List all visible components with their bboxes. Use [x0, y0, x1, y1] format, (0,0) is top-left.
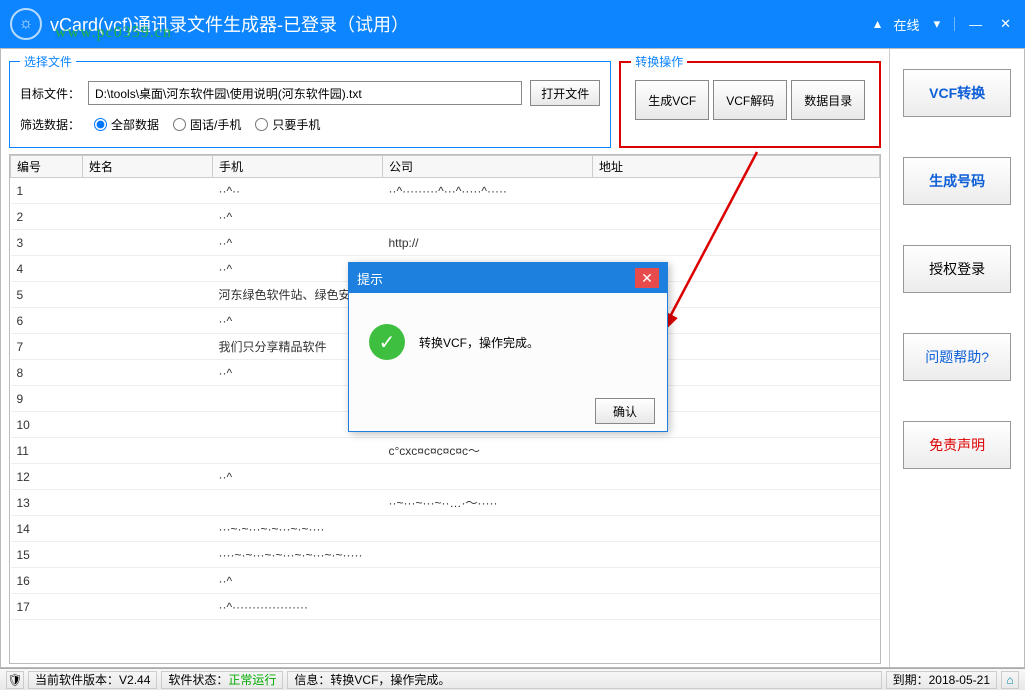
user-icon: ▲ [872, 17, 884, 31]
vcf-convert-button[interactable]: VCF转换 [903, 69, 1011, 117]
expiry-cell: 到期：2018-05-21 [886, 671, 997, 689]
online-status: 在线 [894, 15, 920, 34]
table-row[interactable]: 15····~·~···~·~···~·~···~·~····· [11, 542, 880, 568]
table-row[interactable]: 11c°cxc¤c¤c¤c¤c～ [11, 438, 880, 464]
close-button[interactable]: ✕ [996, 14, 1015, 34]
table-row[interactable]: 16··^ [11, 568, 880, 594]
app-icon: ☼ [10, 8, 42, 40]
col-name[interactable]: 姓名 [83, 156, 213, 178]
table-row[interactable]: 12··^ [11, 464, 880, 490]
success-icon: ✓ [369, 324, 405, 360]
minimize-button[interactable]: — [965, 15, 986, 34]
radio-all[interactable]: 全部数据 [94, 116, 159, 133]
message-dialog: 提示 ✕ ✓ 转换VCF，操作完成。 确认 [348, 262, 668, 432]
radio-mobile-only[interactable]: 只要手机 [255, 116, 320, 133]
help-button[interactable]: 问题帮助? [903, 333, 1011, 381]
col-index[interactable]: 编号 [11, 156, 83, 178]
sidebar: VCF转换 生成号码 授权登录 问题帮助? 免责声明 [889, 49, 1024, 667]
disclaimer-button[interactable]: 免责声明 [903, 421, 1011, 469]
convert-ops-panel: 转换操作 生成VCF VCF解码 数据目录 [619, 53, 881, 148]
table-row[interactable]: 13··~···~···~··…·～····· [11, 490, 880, 516]
select-file-panel: 选择文件 目标文件： 打开文件 筛选数据： 全部数据 固话/手机 只要手机 [9, 53, 611, 148]
status-cell: 软件状态：正常运行 [161, 671, 283, 689]
col-phone[interactable]: 手机 [213, 156, 383, 178]
open-file-button[interactable]: 打开文件 [530, 80, 600, 106]
target-file-input[interactable] [88, 81, 522, 105]
radio-tel-mobile[interactable]: 固话/手机 [173, 116, 241, 133]
table-row[interactable]: 17··^··················· [11, 594, 880, 620]
home-icon[interactable]: ⌂ [1001, 671, 1019, 689]
dropdown-icon[interactable]: ▾ [930, 14, 945, 34]
version-cell: 当前软件版本：V2.44 [28, 671, 157, 689]
table-row[interactable]: 3··^http:// [11, 230, 880, 256]
select-file-legend: 选择文件 [20, 53, 76, 70]
info-cell: 信息：转换VCF，操作完成。 [287, 671, 881, 689]
filter-label: 筛选数据： [20, 116, 80, 133]
col-address[interactable]: 地址 [593, 156, 880, 178]
data-directory-button[interactable]: 数据目录 [791, 80, 865, 120]
table-row[interactable]: 2··^ [11, 204, 880, 230]
generate-numbers-button[interactable]: 生成号码 [903, 157, 1011, 205]
watermark-text: www.pc0359.cn [55, 24, 172, 42]
col-company[interactable]: 公司 [383, 156, 593, 178]
statusbar: 🛡 当前软件版本：V2.44 软件状态：正常运行 信息：转换VCF，操作完成。 … [0, 668, 1025, 690]
auth-login-button[interactable]: 授权登录 [903, 245, 1011, 293]
dialog-message: 转换VCF，操作完成。 [419, 334, 539, 351]
dialog-ok-button[interactable]: 确认 [595, 398, 655, 424]
generate-vcf-button[interactable]: 生成VCF [635, 80, 709, 120]
target-file-label: 目标文件： [20, 85, 80, 102]
convert-ops-legend: 转换操作 [631, 53, 687, 70]
table-row[interactable]: 1··^····^·········^···^·····^····· [11, 178, 880, 204]
dialog-close-button[interactable]: ✕ [635, 268, 659, 288]
status-icon: 🛡 [6, 671, 24, 689]
decode-vcf-button[interactable]: VCF解码 [713, 80, 787, 120]
dialog-title: 提示 [357, 269, 383, 288]
table-row[interactable]: 14···~·~···~·~···~·~···· [11, 516, 880, 542]
